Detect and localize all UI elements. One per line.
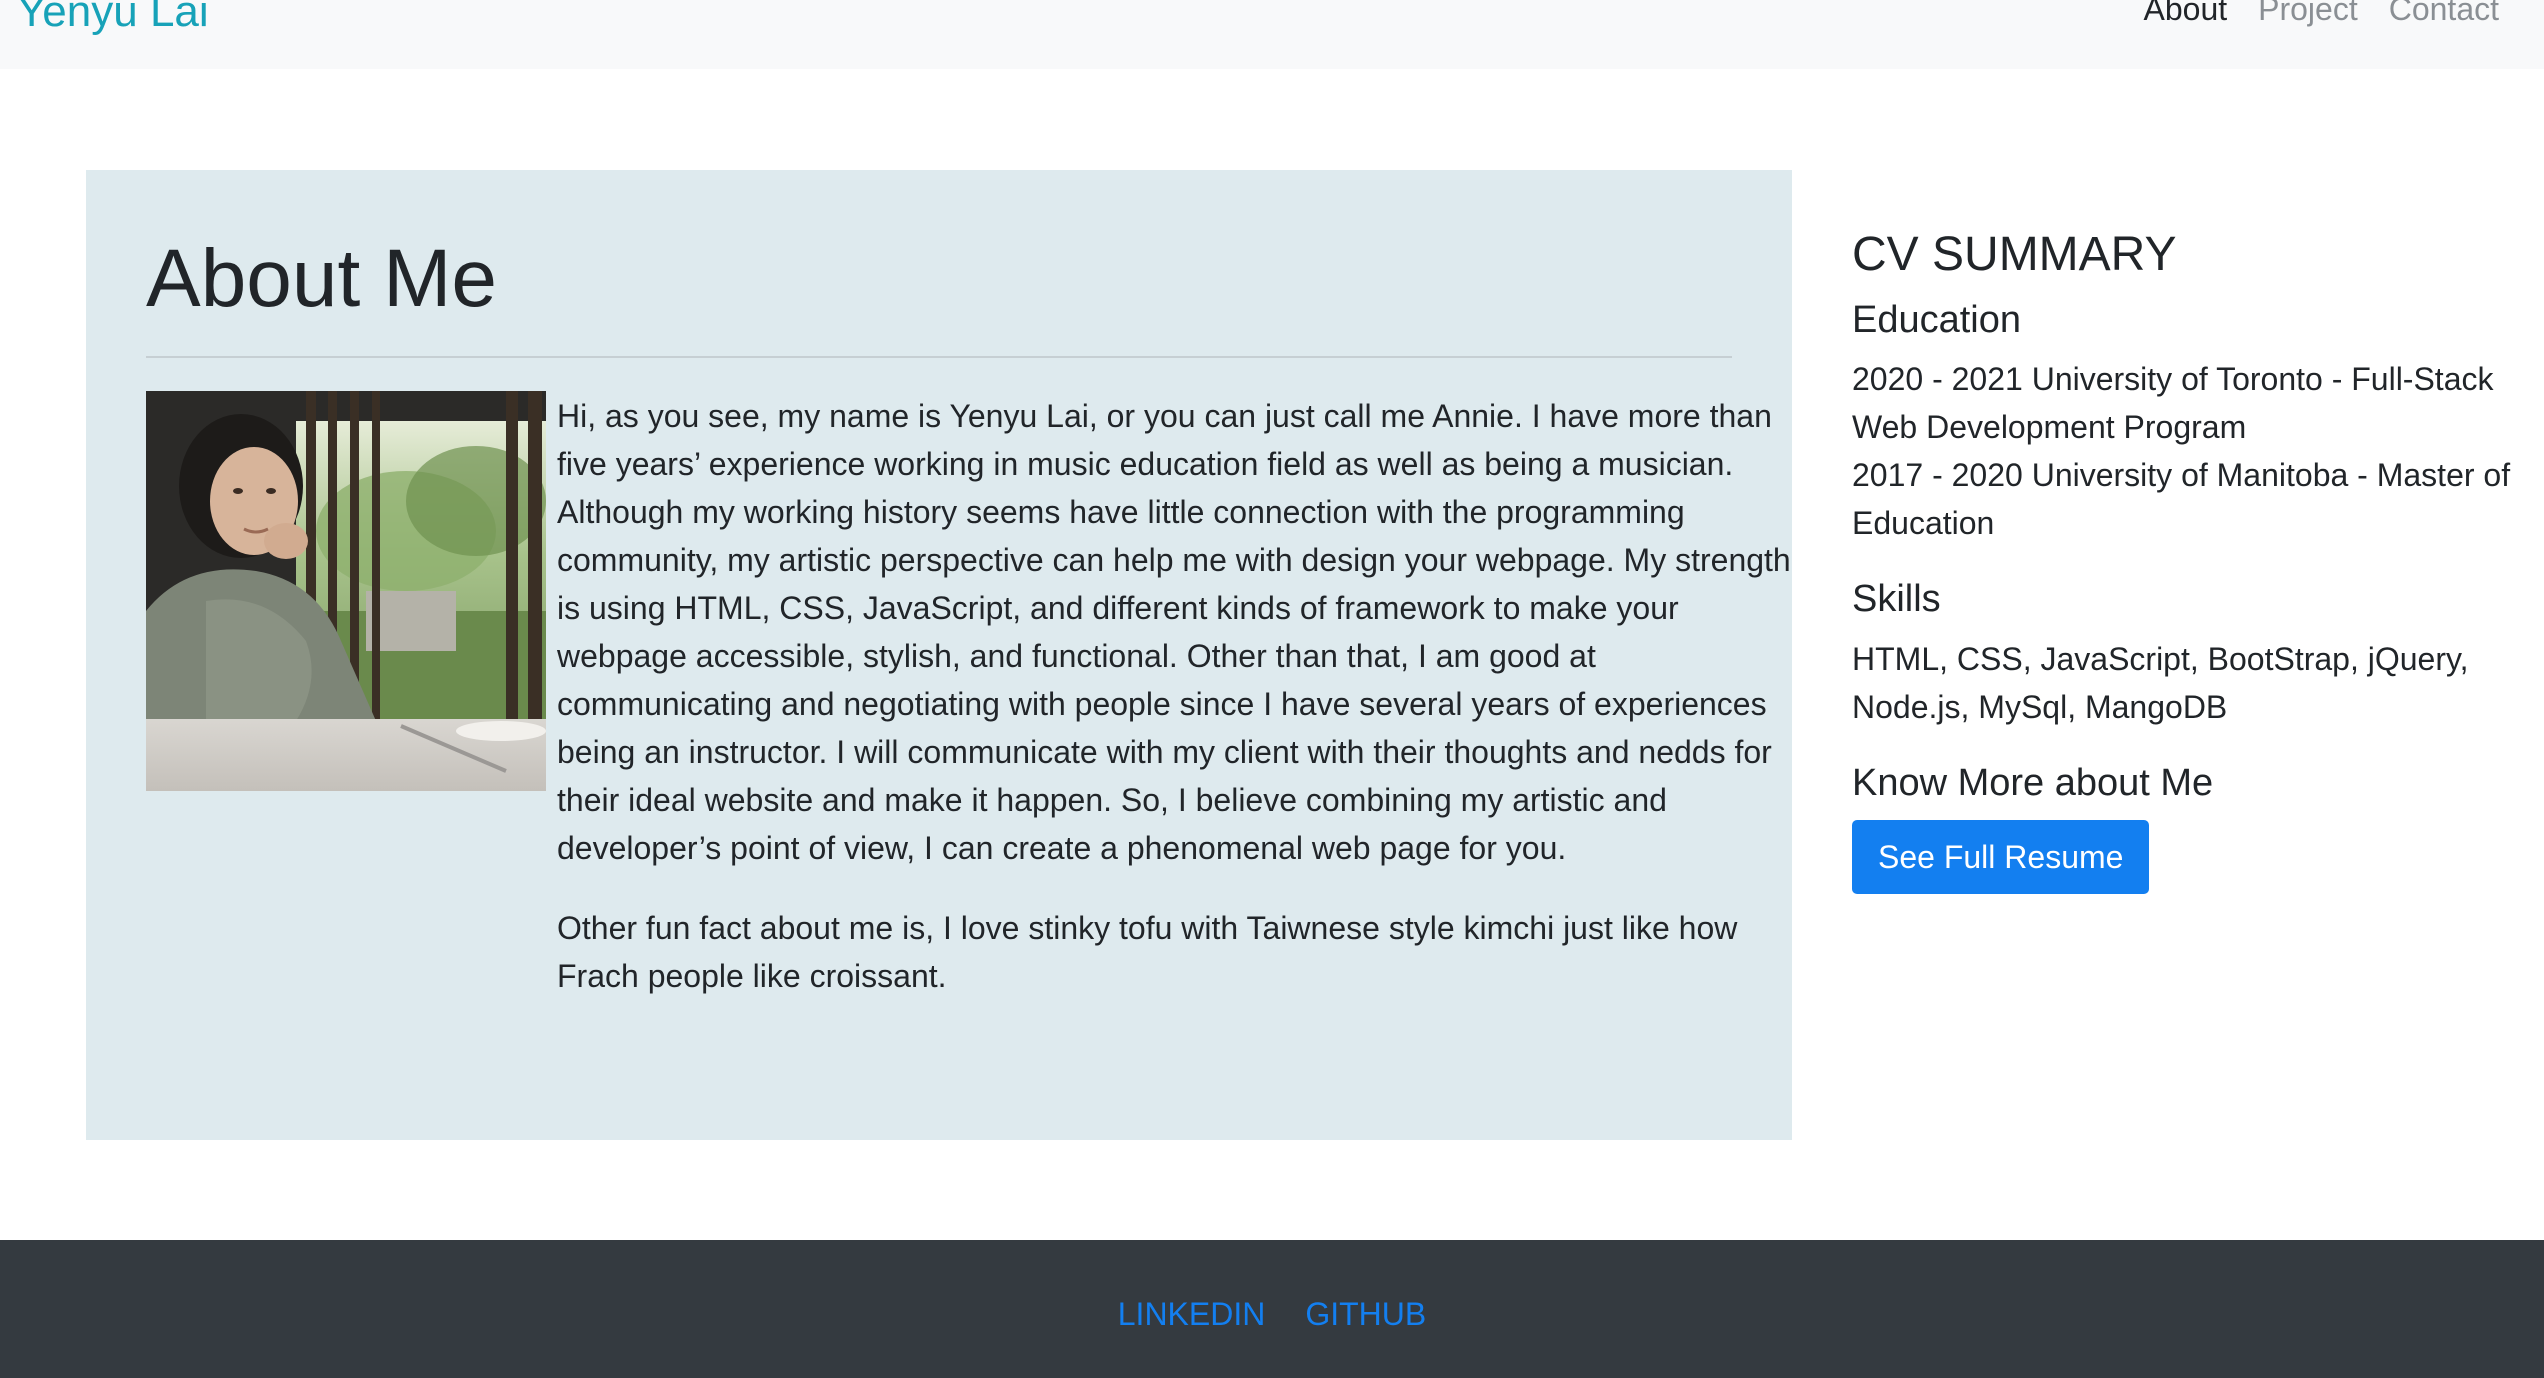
skills-heading: Skills <box>1852 578 1941 621</box>
about-paragraph: Other fun fact about me is, I love stink… <box>557 910 1738 994</box>
skills-list: HTML, CSS, JavaScript, BootStrap, jQuery… <box>1852 640 2469 725</box>
see-full-resume-button[interactable]: See Full Resume <box>1852 820 2150 895</box>
footer: LINKEDIN GITHUB <box>0 1240 2544 1378</box>
brand-link[interactable]: Yenyu Lai <box>17 0 209 39</box>
cv-title: CV SUMMARY <box>1852 228 2177 281</box>
about-divider <box>146 356 1732 358</box>
profile-photo <box>146 391 546 791</box>
about-paragraph: Hi, as you see, my name is Yenyu Lai, or… <box>557 398 1791 866</box>
navbar: Yenyu Lai About Project Contact <box>0 0 2544 69</box>
about-card: About Me Hi, as you see, my name is Yeny… <box>86 170 1792 1140</box>
education-heading: Education <box>1852 298 2022 341</box>
linkedin-link[interactable]: LINKEDIN <box>1118 1295 1266 1333</box>
about-text: Hi, as you see, my name is Yenyu Lai, or… <box>557 392 1817 1032</box>
nav-links: About Project Contact <box>2144 0 2500 28</box>
footer-links: LINKEDIN GITHUB <box>0 1295 2544 1333</box>
nav-link-contact[interactable]: Contact <box>2389 0 2499 28</box>
nav-link-project[interactable]: Project <box>2258 0 2358 28</box>
education-item: 2020 - 2021 University of Toronto - Full… <box>1852 361 2494 446</box>
know-more-heading: Know More about Me <box>1852 761 2214 804</box>
nav-link-about[interactable]: About <box>2144 0 2228 28</box>
education-item: 2017 - 2020 University of Manitoba - Mas… <box>1852 457 2511 542</box>
cv-summary: CV SUMMARY Education 2020 - 2021 Univers… <box>1852 226 2544 895</box>
about-title: About Me <box>146 233 497 324</box>
github-link[interactable]: GITHUB <box>1305 1295 1426 1333</box>
